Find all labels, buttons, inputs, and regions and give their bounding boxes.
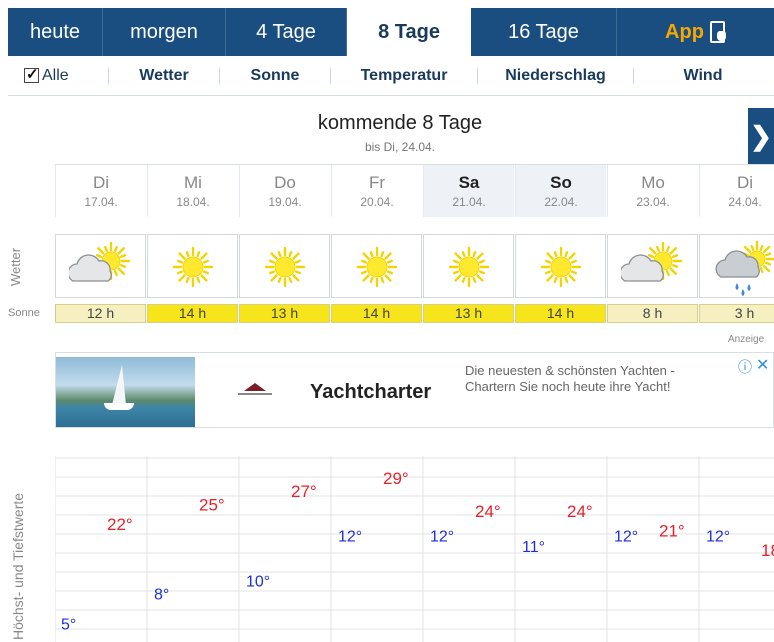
tab-app[interactable]: App [617, 8, 774, 56]
weather-cell[interactable] [55, 234, 146, 298]
high-temp-label: 25° [199, 495, 225, 514]
day-date: 17.04. [84, 195, 118, 209]
high-temp-label: 24° [567, 502, 593, 521]
row-label-temperatures: Höchst- und Tiefstwerte [10, 492, 26, 640]
tab-label: heute [29, 20, 81, 43]
day-name: Di [92, 173, 110, 192]
tab-label: 4 Tage [256, 20, 316, 43]
sunshine-hours: 3 h [699, 304, 774, 323]
tab-8-tage[interactable]: 8 Tage [347, 8, 471, 56]
yacht-photo [56, 357, 195, 427]
filter-sonne[interactable]: Sonne [220, 67, 330, 85]
weather-cell[interactable] [239, 234, 330, 298]
day-name: Mo [641, 173, 665, 192]
weather-cell[interactable] [607, 234, 698, 298]
low-temp-label: 5° [61, 616, 76, 633]
tab-4-tage[interactable]: 4 Tage [226, 8, 347, 56]
sunshine-hours: 13 h [423, 304, 514, 323]
low-temp-label: 12° [338, 528, 362, 545]
checkbox-checked-icon[interactable] [24, 65, 39, 83]
low-temp-label: 11° [522, 539, 545, 556]
sunshine-hours: 13 h [239, 304, 330, 323]
high-temp-label: 24° [475, 502, 501, 521]
ad-close-icon[interactable]: ✕ [756, 355, 769, 375]
filter-niederschlag[interactable]: Niederschlag [478, 67, 633, 85]
tab-label: 16 Tage [508, 20, 579, 43]
weather-cell[interactable] [423, 234, 514, 298]
next-period-button[interactable]: ❯ [748, 108, 774, 164]
weather-cell[interactable] [515, 234, 606, 298]
day-date: 23.04. [636, 195, 670, 209]
ad-title: Yachtcharter [310, 381, 432, 403]
day-date: 19.04. [268, 195, 302, 209]
day-name: Di [736, 173, 754, 192]
weather-cell[interactable] [699, 234, 774, 298]
high-temp-label: 18° [761, 541, 774, 560]
forecast-period-tabs: heute morgen 4 Tage 8 Tage 16 Tage App [8, 8, 774, 56]
high-temp-label: 29° [383, 469, 409, 488]
ad-text: Die neuesten & schönsten Yachten - Chart… [465, 363, 675, 394]
day-header[interactable]: So 22.04. [515, 165, 606, 217]
tab-label: App [665, 20, 704, 43]
high-temp-label: 27° [291, 482, 317, 501]
filter-wind[interactable]: Wind [634, 67, 772, 85]
day-header[interactable]: Mo 23.04. [607, 165, 698, 217]
sunshine-hours: 14 h [147, 304, 238, 323]
tab-16-tage[interactable]: 16 Tage [471, 8, 617, 56]
day-date: 21.04. [452, 195, 486, 209]
row-label-wetter: Wetter [8, 247, 23, 286]
day-name: So [550, 173, 572, 192]
sunshine-hours: 12 h [55, 304, 146, 323]
day-header[interactable]: Di 17.04. [55, 165, 146, 217]
forecast-title: kommende 8 Tage [317, 112, 483, 134]
day-name: Mi [184, 173, 202, 192]
temperature-chart: 22° 5° 25° 8° 27° 10° 29° 12° 24° 12° 24° 11° 21° 12°… [55, 456, 774, 642]
ad-banner[interactable]: Yachtcharter Die neuesten & schönsten Ya… [55, 352, 774, 428]
day-date: 22.04. [544, 195, 578, 209]
checkbox-label: Alle [42, 66, 69, 84]
day-header[interactable]: Di 24.04. [699, 165, 774, 217]
weather-cell[interactable] [147, 234, 238, 298]
filter-temperatur[interactable]: Temperatur [331, 67, 477, 85]
day-header[interactable]: Do 19.04. [239, 165, 330, 217]
low-temp-label: 8° [154, 587, 169, 604]
day-date: 18.04. [176, 195, 210, 209]
row-label-sonne: Sonne [8, 307, 40, 319]
category-filter-bar: Alle Wetter Sonne Temperatur Niederschla… [8, 56, 774, 96]
sunshine-hours: 14 h [331, 304, 422, 323]
low-temp-label: 12° [430, 528, 454, 545]
phone-icon [708, 21, 726, 43]
ad-info-icon[interactable]: ⓘ [738, 357, 752, 377]
day-date: 20.04. [360, 195, 394, 209]
day-name: Sa [458, 173, 480, 192]
day-name: Fr [368, 173, 386, 192]
weather-cell[interactable] [331, 234, 422, 298]
tab-label: morgen [130, 20, 198, 43]
sunshine-hours: 8 h [607, 304, 698, 323]
low-temp-label: 10° [246, 574, 270, 591]
chevron-right-icon: ❯ [750, 120, 772, 151]
day-header[interactable]: Mi 18.04. [147, 165, 238, 217]
day-date: 24.04. [728, 195, 762, 209]
high-temp-label: 21° [659, 521, 685, 540]
tab-heute[interactable]: heute [8, 8, 103, 56]
forecast-subtitle: bis Di, 24.04. [364, 140, 436, 154]
low-temp-label: 12° [614, 528, 638, 545]
sunshine-hours: 14 h [515, 304, 606, 323]
advertiser-logo [238, 383, 272, 397]
filter-wetter[interactable]: Wetter [109, 67, 219, 85]
day-name: Do [274, 173, 296, 192]
ad-label: Anzeige [728, 334, 765, 345]
day-header[interactable]: Fr 20.04. [331, 165, 422, 217]
temperature-chart-svg: 22° 5° 25° 8° 27° 10° 29° 12° 24° 12° 24° 11° 21° 12°… [55, 456, 774, 642]
low-temp-label: 12° [706, 528, 730, 545]
tab-morgen[interactable]: morgen [103, 8, 226, 56]
alle-checkbox[interactable]: Alle [8, 65, 108, 85]
tab-label: 8 Tage [378, 20, 440, 43]
day-header[interactable]: Sa 21.04. [423, 165, 514, 217]
high-temp-label: 22° [107, 515, 133, 534]
